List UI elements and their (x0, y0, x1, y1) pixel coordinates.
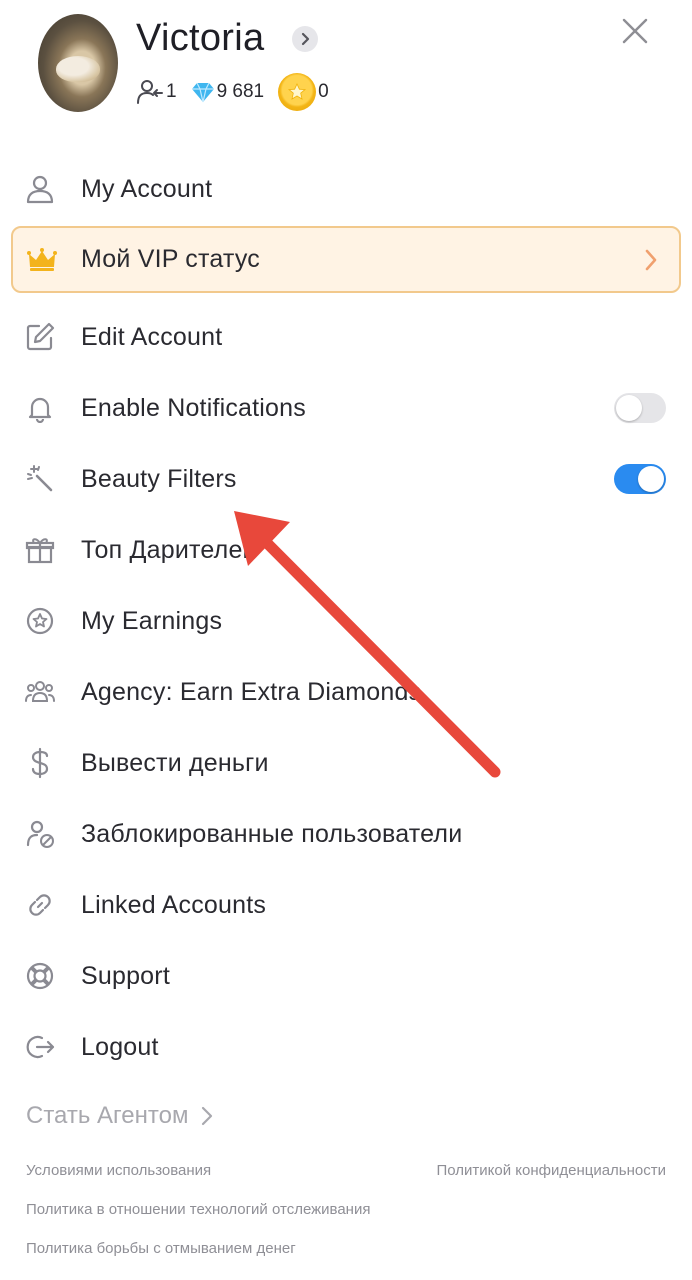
menu-item-agency[interactable]: Agency: Earn Extra Diamonds (0, 661, 692, 723)
avatar[interactable] (38, 14, 118, 112)
menu-item-enable-notifications[interactable]: Enable Notifications (0, 377, 692, 439)
link-icon (24, 889, 56, 921)
menu-item-label: My Account (81, 174, 213, 203)
menu-item-label: Support (81, 961, 170, 990)
diamonds-count: 9 681 (216, 81, 265, 102)
menu-item-vip-status[interactable]: Мой VIP статус (11, 226, 681, 293)
menu-item-label: My Earnings (81, 606, 223, 635)
profile-header: Victoria 1 9 681 0 (0, 0, 692, 130)
diamonds-stat[interactable]: 9 681 (191, 81, 265, 103)
menu-item-label: Linked Accounts (81, 890, 267, 919)
menu-item-my-account[interactable]: My Account (0, 158, 692, 220)
tracking-policy-link[interactable]: Политика в отношении технологий отслежив… (26, 1201, 370, 1218)
edit-icon (24, 321, 56, 353)
menu-item-withdraw[interactable]: Вывести деньги (0, 732, 692, 794)
dollar-icon (24, 747, 56, 779)
chevron-right-icon (645, 249, 657, 271)
menu-item-logout[interactable]: Logout (0, 1016, 692, 1078)
close-icon (622, 18, 648, 44)
menu-item-label: Вывести деньги (81, 748, 269, 777)
followers-count: 1 (166, 81, 177, 102)
chevron-right-icon (202, 1106, 213, 1126)
menu-item-support[interactable]: Support (0, 945, 692, 1007)
menu-item-label: Edit Account (81, 322, 223, 351)
profile-chevron-icon[interactable] (292, 26, 318, 52)
become-agent-label: Стать Агентом (26, 1102, 189, 1129)
user-icon (24, 173, 56, 205)
coins-count: 0 (318, 81, 329, 102)
bell-icon (24, 392, 56, 424)
beauty-filters-toggle[interactable] (614, 464, 666, 494)
diamond-icon (191, 82, 214, 103)
profile-stats: 1 9 681 0 (136, 73, 329, 111)
blocked-user-icon (24, 818, 56, 850)
user-name[interactable]: Victoria (136, 17, 264, 60)
magic-wand-icon (24, 463, 56, 495)
menu-item-beauty-filters[interactable]: Beauty Filters (0, 448, 692, 510)
menu-item-label: Заблокированные пользователи (81, 819, 463, 848)
menu-item-label: Logout (81, 1032, 159, 1061)
aml-policy-link[interactable]: Политика борьбы с отмыванием денег (26, 1240, 296, 1257)
star-badge-icon (24, 605, 56, 637)
menu-item-label: Beauty Filters (81, 464, 237, 493)
menu-item-label: Топ Дарителей (81, 535, 257, 564)
gift-icon (24, 534, 56, 566)
group-icon (24, 676, 56, 708)
become-agent-link[interactable]: Стать Агентом (26, 1102, 214, 1130)
lifebuoy-icon (24, 960, 56, 992)
menu-item-blocked-users[interactable]: Заблокированные пользователи (0, 803, 692, 865)
followers-stat[interactable]: 1 (136, 79, 177, 105)
privacy-link[interactable]: Политикой конфиденциальности (436, 1162, 666, 1179)
coins-stat[interactable]: 0 (278, 73, 329, 111)
close-button[interactable] (616, 12, 654, 50)
menu-item-edit-account[interactable]: Edit Account (0, 306, 692, 368)
terms-link[interactable]: Условиями использования (26, 1162, 211, 1179)
menu-item-top-gifters[interactable]: Топ Дарителей (0, 519, 692, 581)
menu-item-label: Agency: Earn Extra Diamonds (81, 677, 422, 706)
coin-icon (278, 73, 317, 111)
notifications-toggle[interactable] (614, 393, 666, 423)
menu-item-my-earnings[interactable]: My Earnings (0, 590, 692, 652)
logout-icon (24, 1031, 56, 1063)
crown-icon (26, 244, 58, 276)
follower-icon (137, 80, 163, 104)
menu-item-label: Enable Notifications (81, 393, 306, 422)
menu-item-label: Мой VIP статус (81, 245, 260, 273)
menu-item-linked-accounts[interactable]: Linked Accounts (0, 874, 692, 936)
